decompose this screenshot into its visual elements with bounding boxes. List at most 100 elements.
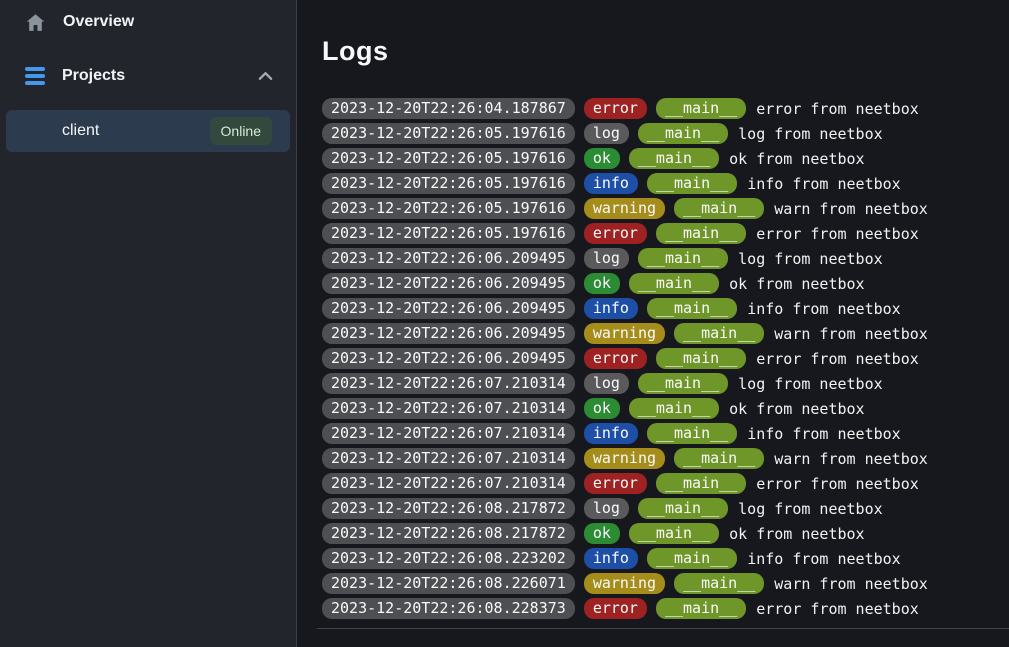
log-message: info from neetbox	[747, 175, 901, 193]
sidebar-item-projects[interactable]: Projects	[0, 54, 296, 98]
log-message: ok from neetbox	[729, 525, 864, 543]
log-timestamp: 2023-12-20T22:26:08.223202	[322, 548, 575, 569]
log-list: 2023-12-20T22:26:04.187867 error __main_…	[322, 96, 1009, 621]
chevron-up-icon[interactable]	[257, 70, 274, 82]
log-module-badge: __main__	[647, 548, 737, 569]
log-timestamp: 2023-12-20T22:26:07.210314	[322, 473, 575, 494]
log-level-badge: log	[584, 373, 629, 394]
log-level-badge: ok	[584, 273, 620, 294]
sidebar-item-label: Overview	[63, 13, 134, 31]
log-module-badge: __main__	[629, 148, 719, 169]
log-module-badge: __main__	[647, 423, 737, 444]
log-row: 2023-12-20T22:26:08.226071 warning __mai…	[322, 571, 1009, 596]
log-message: ok from neetbox	[729, 400, 864, 418]
log-timestamp: 2023-12-20T22:26:07.210314	[322, 398, 575, 419]
log-row: 2023-12-20T22:26:07.210314 info __main__…	[322, 421, 1009, 446]
log-level-badge: ok	[584, 148, 620, 169]
log-timestamp: 2023-12-20T22:26:06.209495	[322, 298, 575, 319]
log-module-badge: __main__	[629, 398, 719, 419]
log-message: ok from neetbox	[729, 275, 864, 293]
log-timestamp: 2023-12-20T22:26:06.209495	[322, 248, 575, 269]
log-timestamp: 2023-12-20T22:26:05.197616	[322, 198, 575, 219]
menu-icon	[25, 67, 45, 85]
log-message: warn from neetbox	[774, 200, 928, 218]
log-timestamp: 2023-12-20T22:26:04.187867	[322, 98, 575, 119]
log-message: info from neetbox	[747, 300, 901, 318]
log-row: 2023-12-20T22:26:07.210314 log __main__ …	[322, 371, 1009, 396]
log-timestamp: 2023-12-20T22:26:05.197616	[322, 173, 575, 194]
log-level-badge: info	[584, 423, 638, 444]
log-timestamp: 2023-12-20T22:26:06.209495	[322, 323, 575, 344]
log-timestamp: 2023-12-20T22:26:05.197616	[322, 148, 575, 169]
log-level-badge: warning	[584, 323, 665, 344]
log-row: 2023-12-20T22:26:06.209495 ok __main__ o…	[322, 271, 1009, 296]
app-window: Overview Projects client Online Logs 202…	[0, 0, 1009, 647]
log-module-badge: __main__	[656, 223, 746, 244]
log-timestamp: 2023-12-20T22:26:05.197616	[322, 123, 575, 144]
log-timestamp: 2023-12-20T22:26:08.217872	[322, 523, 575, 544]
status-badge: Online	[210, 117, 272, 145]
log-module-badge: __main__	[647, 298, 737, 319]
log-level-badge: error	[584, 473, 647, 494]
log-module-badge: __main__	[638, 373, 728, 394]
log-row: 2023-12-20T22:26:08.223202 info __main__…	[322, 546, 1009, 571]
log-timestamp: 2023-12-20T22:26:08.226071	[322, 573, 575, 594]
log-row: 2023-12-20T22:26:06.209495 warning __mai…	[322, 321, 1009, 346]
log-row: 2023-12-20T22:26:05.197616 error __main_…	[322, 221, 1009, 246]
log-row: 2023-12-20T22:26:06.209495 log __main__ …	[322, 246, 1009, 271]
log-module-badge: __main__	[656, 98, 746, 119]
log-level-badge: info	[584, 548, 638, 569]
log-message: error from neetbox	[756, 350, 919, 368]
sidebar-item-label: Projects	[62, 67, 125, 85]
log-message: error from neetbox	[756, 100, 919, 118]
log-level-badge: ok	[584, 398, 620, 419]
log-module-badge: __main__	[638, 123, 728, 144]
project-name: client	[62, 122, 99, 140]
log-module-badge: __main__	[647, 173, 737, 194]
log-level-badge: ok	[584, 523, 620, 544]
log-module-badge: __main__	[638, 498, 728, 519]
log-level-badge: warning	[584, 198, 665, 219]
log-message: error from neetbox	[756, 475, 919, 493]
log-message: log from neetbox	[738, 500, 883, 518]
log-row: 2023-12-20T22:26:06.209495 error __main_…	[322, 346, 1009, 371]
log-module-badge: __main__	[656, 598, 746, 619]
sidebar-item-client[interactable]: client Online	[6, 110, 290, 152]
log-timestamp: 2023-12-20T22:26:05.197616	[322, 223, 575, 244]
log-message: log from neetbox	[738, 250, 883, 268]
log-level-badge: log	[584, 498, 629, 519]
log-row: 2023-12-20T22:26:08.217872 log __main__ …	[322, 496, 1009, 521]
log-level-badge: info	[584, 173, 638, 194]
log-row: 2023-12-20T22:26:07.210314 warning __mai…	[322, 446, 1009, 471]
log-level-badge: warning	[584, 573, 665, 594]
log-module-badge: __main__	[674, 198, 764, 219]
log-message: log from neetbox	[738, 125, 883, 143]
log-message: error from neetbox	[756, 225, 919, 243]
log-level-badge: warning	[584, 448, 665, 469]
log-timestamp: 2023-12-20T22:26:07.210314	[322, 448, 575, 469]
log-level-badge: error	[584, 223, 647, 244]
log-row: 2023-12-20T22:26:06.209495 info __main__…	[322, 296, 1009, 321]
log-message: log from neetbox	[738, 375, 883, 393]
page-title: Logs	[322, 34, 1009, 68]
log-module-badge: __main__	[629, 273, 719, 294]
sidebar-item-overview[interactable]: Overview	[0, 0, 296, 44]
log-module-badge: __main__	[638, 248, 728, 269]
log-level-badge: log	[584, 248, 629, 269]
logs-panel: Logs 2023-12-20T22:26:04.187867 error __…	[297, 0, 1009, 647]
home-icon	[25, 12, 46, 33]
log-timestamp: 2023-12-20T22:26:06.209495	[322, 348, 575, 369]
log-row: 2023-12-20T22:26:05.197616 info __main__…	[322, 171, 1009, 196]
log-message: info from neetbox	[747, 425, 901, 443]
log-level-badge: error	[584, 598, 647, 619]
log-row: 2023-12-20T22:26:05.197616 warning __mai…	[322, 196, 1009, 221]
log-row: 2023-12-20T22:26:08.228373 error __main_…	[322, 596, 1009, 621]
sidebar: Overview Projects client Online	[0, 0, 297, 647]
log-timestamp: 2023-12-20T22:26:07.210314	[322, 423, 575, 444]
log-message: info from neetbox	[747, 550, 901, 568]
log-level-badge: log	[584, 123, 629, 144]
log-row: 2023-12-20T22:26:07.210314 error __main_…	[322, 471, 1009, 496]
log-message: ok from neetbox	[729, 150, 864, 168]
log-row: 2023-12-20T22:26:05.197616 log __main__ …	[322, 121, 1009, 146]
log-message: warn from neetbox	[774, 450, 928, 468]
